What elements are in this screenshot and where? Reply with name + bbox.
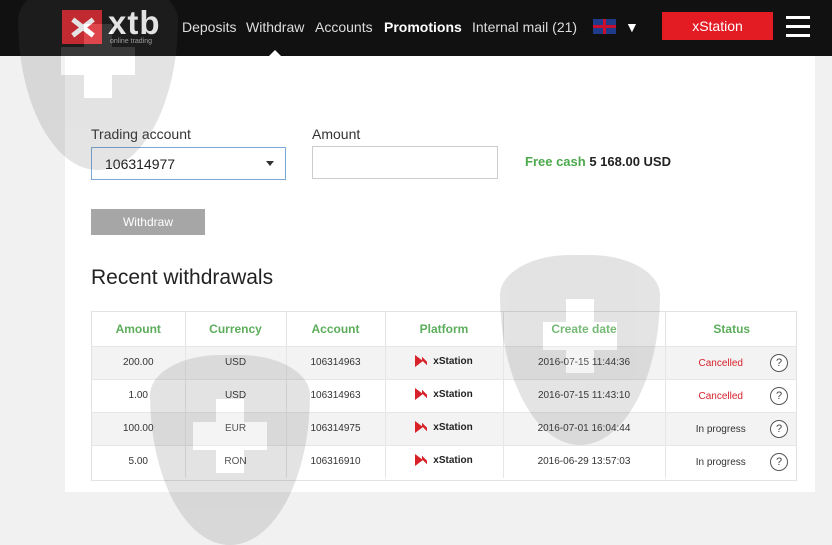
cell-amount: 1.00 bbox=[92, 378, 186, 412]
cell-status: In progress? bbox=[665, 444, 796, 478]
cell-date: 2016-06-29 13:57:03 bbox=[503, 444, 666, 478]
free-cash-label: Free cash bbox=[525, 154, 586, 169]
nav-promotions[interactable]: Promotions bbox=[384, 18, 462, 36]
logo-tagline: online trading bbox=[110, 38, 153, 45]
cell-platform: xStation bbox=[385, 444, 504, 478]
status-text: In progress bbox=[695, 423, 746, 435]
mail-count: (21) bbox=[552, 19, 578, 35]
cell-platform: xStation bbox=[385, 345, 504, 379]
cell-date: 2016-07-15 11:43:10 bbox=[503, 378, 666, 412]
cell-status: In progress? bbox=[665, 411, 796, 445]
select-caret-icon bbox=[266, 161, 274, 166]
xstation-logo-icon bbox=[415, 387, 428, 401]
platform-name: xStation bbox=[433, 355, 473, 367]
nav-deposits[interactable]: Deposits bbox=[182, 18, 236, 36]
platform-name: xStation bbox=[433, 388, 473, 400]
platform-name: xStation bbox=[433, 421, 473, 433]
xstation-logo-icon bbox=[415, 354, 428, 368]
cell-amount: 100.00 bbox=[92, 411, 186, 445]
cell-account: 106314963 bbox=[286, 345, 386, 379]
platform-name: xStation bbox=[433, 454, 473, 466]
hamburger-menu-icon[interactable] bbox=[786, 16, 810, 38]
amount-label: Amount bbox=[312, 126, 361, 142]
col-create-date: Create date bbox=[503, 312, 666, 346]
nav-accounts[interactable]: Accounts bbox=[315, 18, 373, 36]
col-platform: Platform bbox=[385, 312, 504, 346]
xstation-logo-icon bbox=[415, 453, 428, 468]
help-icon[interactable]: ? bbox=[770, 452, 788, 471]
status-text: In progress bbox=[695, 456, 746, 468]
nav-internal-mail[interactable]: Internal mail (21) bbox=[472, 18, 577, 36]
amount-input[interactable] bbox=[312, 146, 498, 179]
trading-account-label: Trading account bbox=[91, 126, 191, 142]
recent-withdrawals-title: Recent withdrawals bbox=[91, 266, 274, 289]
table-row: 200.00 USD 106314963 xStation 2016-07-15… bbox=[92, 345, 796, 379]
table-header-row: Amount Currency Account Platform Create … bbox=[92, 312, 796, 346]
cell-account: 106316910 bbox=[286, 444, 386, 478]
col-account: Account bbox=[286, 312, 386, 346]
internal-mail-label: Internal mail bbox=[472, 19, 549, 35]
status-text: Cancelled bbox=[698, 357, 743, 369]
help-icon[interactable]: ? bbox=[770, 419, 788, 438]
cell-account: 106314963 bbox=[286, 378, 386, 412]
cell-account: 106314975 bbox=[286, 411, 386, 445]
col-amount: Amount bbox=[92, 312, 186, 346]
cell-platform: xStation bbox=[385, 411, 504, 445]
cell-currency: USD bbox=[185, 345, 287, 379]
table-row: 100.00 EUR 106314975 xStation 2016-07-01… bbox=[92, 411, 796, 445]
xstation-button[interactable]: xStation bbox=[662, 12, 773, 40]
cell-amount: 200.00 bbox=[92, 345, 186, 379]
table-row: 5.00 RON 106316910 xStation 2016-06-29 1… bbox=[92, 444, 796, 478]
cell-currency: RON bbox=[185, 444, 287, 478]
cell-platform: xStation bbox=[385, 378, 504, 412]
trading-account-select[interactable]: 106314977 bbox=[91, 147, 286, 180]
language-caret-icon[interactable]: ▼ bbox=[625, 19, 639, 35]
col-currency: Currency bbox=[185, 312, 287, 346]
xtb-logo-mark-icon bbox=[62, 10, 102, 44]
xstation-logo-icon bbox=[415, 420, 428, 434]
cell-amount: 5.00 bbox=[92, 444, 186, 478]
help-icon[interactable]: ? bbox=[770, 386, 788, 405]
free-cash-value: 5 168.00 USD bbox=[589, 154, 671, 169]
logo-text: xtb bbox=[108, 4, 161, 41]
col-status: Status bbox=[665, 312, 796, 346]
xtb-logo[interactable]: xtb online trading bbox=[62, 6, 172, 48]
status-text: Cancelled bbox=[698, 390, 743, 402]
uk-flag-icon[interactable] bbox=[593, 19, 616, 34]
nav-withdraw[interactable]: Withdraw bbox=[246, 18, 304, 36]
withdraw-button[interactable]: Withdraw bbox=[91, 209, 205, 235]
cell-date: 2016-07-01 16:04:44 bbox=[503, 411, 666, 445]
help-icon[interactable]: ? bbox=[770, 353, 788, 372]
free-cash: Free cash 5 168.00 USD bbox=[525, 154, 671, 170]
cell-currency: USD bbox=[185, 378, 287, 412]
top-navbar: xtb online trading Deposits Withdraw Acc… bbox=[0, 0, 832, 56]
withdrawals-table: Amount Currency Account Platform Create … bbox=[91, 311, 797, 481]
cell-currency: EUR bbox=[185, 411, 287, 445]
cell-status: Cancelled? bbox=[665, 345, 796, 379]
table-row: 1.00 USD 106314963 xStation 2016-07-15 1… bbox=[92, 378, 796, 412]
cell-date: 2016-07-15 11:44:36 bbox=[503, 345, 666, 379]
cell-status: Cancelled? bbox=[665, 378, 796, 412]
